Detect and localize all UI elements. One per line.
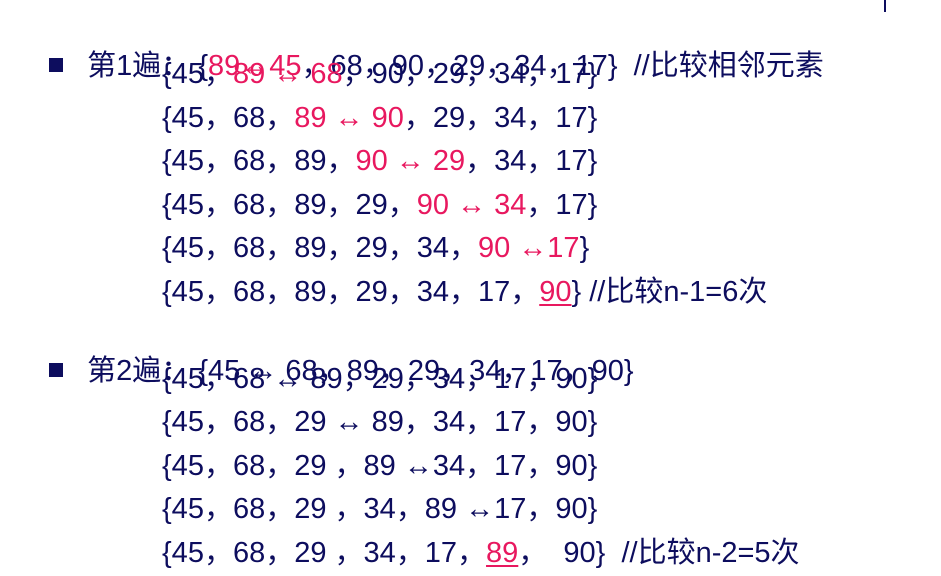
segment: {45，68 ↔ 89，29，34，17，90} [162, 363, 598, 395]
segment: {45，68，29 ，89 ↔34，17，90} [162, 450, 598, 482]
segment: {45，68，89，29，34，17， [162, 276, 540, 308]
swap-highlight: 90 ↔17 [477, 232, 580, 264]
swap-highlight: 90 ↔ 34 [416, 189, 527, 221]
edge-mark [884, 0, 886, 12]
segment: {45，68，89，29， [162, 189, 417, 221]
pass-2-step-3: {45，68，29 ↔ 89，34，17，90} [162, 404, 597, 440]
segment: } //比较n-1=6次 [571, 276, 768, 308]
sorted-element-highlight: 90 [539, 276, 572, 308]
pass-1-step-6: {45，68，89，29，34，90 ↔17} [162, 230, 589, 266]
pass-1-result: {45，68，89，29，34，17，90} //比较n-1=6次 [162, 274, 767, 310]
segment: {45， [162, 58, 233, 90]
segment: {45，68， [162, 102, 295, 134]
segment: ，90，29，34，17} [342, 58, 598, 90]
pass-1-step-2: {45，89 ↔ 68，90，29，34，17} [162, 56, 597, 92]
square-bullet-icon [49, 363, 64, 378]
segment: {45，68，89，29，34， [162, 232, 478, 264]
square-bullet-icon [49, 58, 64, 73]
sorted-element-highlight: 89 [486, 537, 519, 569]
swap-highlight: 89 ↔ 90 [294, 102, 404, 134]
swap-highlight: 89 ↔ 68 [232, 58, 343, 90]
segment: {45，68，89， [162, 145, 356, 177]
pass-2-step-2: {45，68 ↔ 89，29，34，17，90} [162, 361, 597, 397]
segment: ，29，34，17} [403, 102, 598, 134]
pass-1-step-4: {45，68，89，90 ↔ 29，34，17} [162, 143, 597, 179]
segment: ，17} [526, 189, 598, 221]
segment: } [579, 232, 590, 264]
segment: {45，68，29 ，34，89 ↔17，90} [162, 493, 598, 525]
segment: ，34，17} [465, 145, 598, 177]
segment: {45，68，29 ，34，17， [162, 537, 487, 569]
segment: ， 90} //比较n-2=5次 [518, 537, 800, 569]
pass-2-step-4: {45，68，29 ，89 ↔34，17，90} [162, 448, 597, 484]
pass-1-step-3: {45，68，89 ↔ 90，29，34，17} [162, 100, 597, 136]
pass-2-header: 第2遍： {45 ↔ 68，89，29，34，17，90} [33, 317, 634, 387]
pass-1-step-5: {45，68，89，29，90 ↔ 34，17} [162, 187, 597, 223]
pass-1-header: 第1遍： {89↔45，68，90，29，34，17} //比较相邻元素 [33, 12, 824, 82]
segment: {45，68，29 ↔ 89，34，17，90} [162, 406, 598, 438]
pass-2-result: {45，68，29 ，34，17，89， 90} //比较n-2=5次 [162, 535, 800, 571]
swap-highlight: 90 ↔ 29 [355, 145, 466, 177]
pass-2-step-5: {45，68，29 ，34，89 ↔17，90} [162, 491, 597, 527]
